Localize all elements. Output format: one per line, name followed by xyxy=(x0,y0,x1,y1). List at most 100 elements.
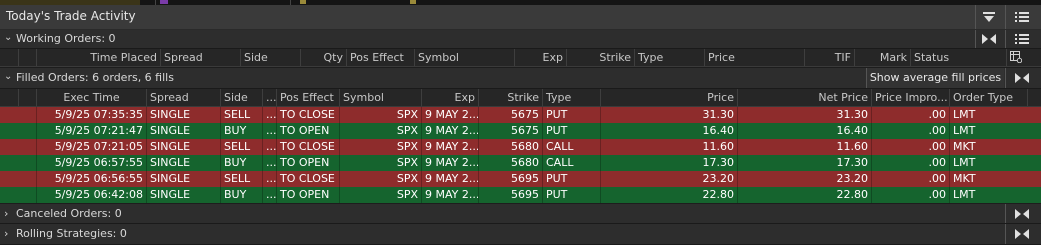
column-header-pos-effect[interactable]: Pos Effect xyxy=(346,49,414,66)
panel-title-bar: Today's Trade Activity xyxy=(0,5,1041,30)
column-header-symbol[interactable]: Symbol xyxy=(339,89,421,106)
column-header-price-improvement[interactable]: Price Impro... xyxy=(871,89,949,106)
color-tag-gold xyxy=(410,0,416,4)
cell-symbol: SPX xyxy=(339,107,421,123)
cell-pos-effect: TO CLOSE xyxy=(276,139,339,155)
table-row[interactable]: 5/9/25 07:35:35 SINGLE SELL... TO CLOSE SPX 9… xyxy=(0,107,1041,123)
column-header-status[interactable]: Status xyxy=(910,49,1006,66)
table-row[interactable]: 5/9/25 07:21:05 SINGLE SELL... TO CLOSE SPX 9… xyxy=(0,139,1041,155)
cell-net-price: 31.30 xyxy=(737,107,871,123)
divider xyxy=(1005,224,1006,244)
column-header-symbol[interactable]: Symbol xyxy=(414,49,514,66)
column-header-exec-time[interactable]: Exec Time xyxy=(36,89,146,106)
column-header-exp[interactable]: Exp xyxy=(421,89,478,106)
cell-net-price: 22.80 xyxy=(737,187,871,203)
column-spacer xyxy=(18,89,36,106)
color-tag-purple xyxy=(160,0,168,4)
column-header-type[interactable]: Type xyxy=(634,49,704,66)
cell-order-type: MKT xyxy=(949,171,1027,187)
column-header-side[interactable]: Side xyxy=(240,49,300,66)
cell-price-improvement: .00 xyxy=(871,139,949,155)
cell-price-improvement: .00 xyxy=(871,155,949,171)
cell-side: SELL xyxy=(220,107,262,123)
cell-qty: ... xyxy=(262,123,276,139)
cell-exec-time: 5/9/25 06:56:55 xyxy=(36,171,146,187)
column-header-pos-effect[interactable]: Pos Effect xyxy=(276,89,339,106)
cell-type: PUT xyxy=(542,187,600,203)
column-header-spread[interactable]: Spread xyxy=(160,49,240,66)
cell-type: PUT xyxy=(542,107,600,123)
column-header-time-placed[interactable]: Time Placed xyxy=(36,49,160,66)
table-row[interactable]: 5/9/25 07:21:47 SINGLE BUY... TO OPEN SPX 9 M… xyxy=(0,123,1041,139)
table-row[interactable]: 5/9/25 06:57:55 SINGLE BUY... TO OPEN SPX 9 M… xyxy=(0,155,1041,171)
cell-qty: ... xyxy=(262,107,276,123)
cell-spread: SINGLE xyxy=(146,171,220,187)
cell-net-price: 23.20 xyxy=(737,171,871,187)
cell-net-price: 17.30 xyxy=(737,155,871,171)
column-header-exp[interactable]: Exp xyxy=(514,49,566,66)
table-row[interactable]: 5/9/25 06:56:55 SINGLE SELL... TO CLOSE SPX 9… xyxy=(0,171,1041,187)
column-header-spread[interactable]: Spread xyxy=(146,89,220,106)
column-header-mark[interactable]: Mark xyxy=(854,49,910,66)
column-spacer xyxy=(18,49,36,66)
cell-order-type: LMT xyxy=(949,107,1027,123)
column-spacer xyxy=(0,89,18,106)
cell-side: BUY xyxy=(220,187,262,203)
column-header-side[interactable]: Side xyxy=(220,89,262,106)
expand-columns-icon[interactable] xyxy=(976,28,1002,50)
cell-spread: SINGLE xyxy=(146,123,220,139)
chevron-right-icon[interactable]: › xyxy=(4,227,8,240)
cell-order-type: LMT xyxy=(949,123,1027,139)
canceled-orders-header[interactable]: › Canceled Orders: 0 xyxy=(0,204,1041,224)
column-header-net-price[interactable]: Net Price xyxy=(737,89,871,106)
column-header-qty[interactable]: Qty xyxy=(300,49,346,66)
column-header-tif[interactable]: TIF xyxy=(804,49,854,66)
expand-columns-icon[interactable] xyxy=(1009,203,1035,225)
cell-pos-effect: TO OPEN xyxy=(276,123,339,139)
divider xyxy=(1005,68,1006,88)
cell-strike: 5675 xyxy=(478,107,542,123)
filled-orders-header[interactable]: ⌄ Filled Orders: 6 orders, 6 fills Show … xyxy=(0,68,1041,89)
cell-type: CALL xyxy=(542,139,600,155)
table-row[interactable]: 5/9/25 06:42:08 SINGLE BUY... TO OPEN SPX 9 M… xyxy=(0,187,1041,203)
cell-exp: 9 MAY 2... xyxy=(421,139,478,155)
cell-price: 17.30 xyxy=(600,155,737,171)
cell-exec-time: 5/9/25 06:57:55 xyxy=(36,155,146,171)
cell-exp: 9 MAY 2... xyxy=(421,187,478,203)
divider xyxy=(1005,204,1006,223)
cell-price-improvement: .00 xyxy=(871,187,949,203)
cell-price: 16.40 xyxy=(600,123,737,139)
cell-net-price: 11.60 xyxy=(737,139,871,155)
column-settings-icon[interactable] xyxy=(1006,49,1041,66)
cell-qty: ... xyxy=(262,187,276,203)
show-average-fill-prices-button[interactable]: Show average fill prices xyxy=(866,68,1004,88)
column-header-order-type[interactable]: Order Type xyxy=(949,89,1027,106)
column-header-type[interactable]: Type xyxy=(542,89,600,106)
chevron-right-icon[interactable]: › xyxy=(4,207,8,220)
working-orders-header[interactable]: ⌄ Working Orders: 0 xyxy=(0,30,1041,49)
divider xyxy=(1005,30,1006,48)
cell-exec-time: 5/9/25 07:21:05 xyxy=(36,139,146,155)
rolling-strategies-header[interactable]: › Rolling Strategies: 0 xyxy=(0,224,1041,245)
column-header-price[interactable]: Price xyxy=(600,89,737,106)
canceled-orders-label: Canceled Orders: 0 xyxy=(16,207,122,220)
cell-exec-time: 5/9/25 06:42:08 xyxy=(36,187,146,203)
working-orders-columns: Time Placed Spread Side Qty Pos Effect S… xyxy=(0,49,1041,67)
menu-icon[interactable] xyxy=(1009,28,1035,50)
chevron-down-icon[interactable]: ⌄ xyxy=(4,71,12,82)
chevron-down-icon[interactable]: ⌄ xyxy=(4,32,12,43)
column-header-qty[interactable]: ... xyxy=(262,89,276,106)
cell-exp: 9 MAY 2... xyxy=(421,171,478,187)
expand-columns-icon[interactable] xyxy=(1009,223,1035,245)
cell-type: PUT xyxy=(542,123,600,139)
column-header-strike[interactable]: Strike xyxy=(478,89,542,106)
cell-order-type: LMT xyxy=(949,187,1027,203)
menu-icon[interactable] xyxy=(1009,6,1035,28)
cell-qty: ... xyxy=(262,139,276,155)
cell-symbol: SPX xyxy=(339,123,421,139)
collapse-panel-icon[interactable] xyxy=(976,6,1002,28)
column-header-strike[interactable]: Strike xyxy=(566,49,634,66)
cell-spread: SINGLE xyxy=(146,107,220,123)
column-header-price[interactable]: Price xyxy=(704,49,804,66)
expand-columns-icon[interactable] xyxy=(1009,67,1035,89)
